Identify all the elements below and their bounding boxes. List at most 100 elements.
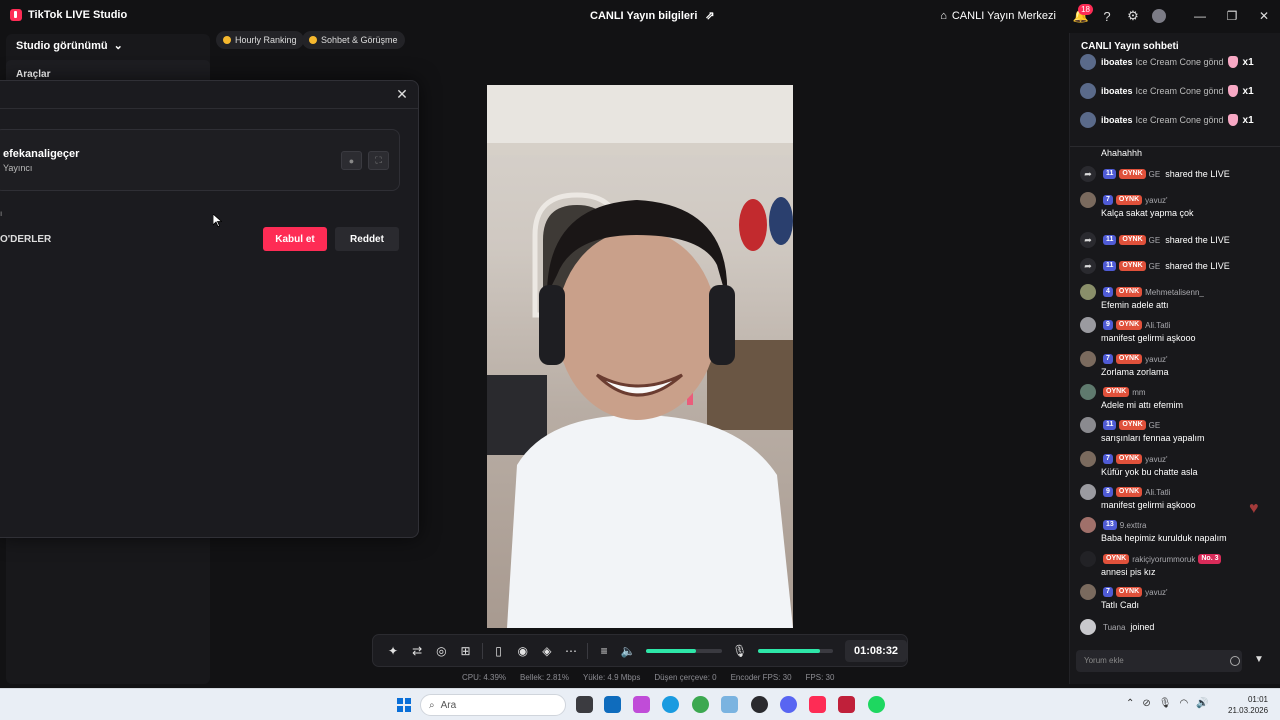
- magic-wand-icon[interactable]: ✦: [381, 638, 405, 663]
- event-text: shared the LIVE: [1165, 261, 1230, 271]
- edge-icon[interactable]: [662, 696, 679, 713]
- fan-club-badge: OYNK: [1115, 287, 1143, 297]
- chevron-up-icon[interactable]: ⌃: [1126, 698, 1134, 709]
- chat-username[interactable]: yavuz': [1145, 455, 1167, 464]
- avatar[interactable]: [1080, 551, 1096, 567]
- wifi-icon[interactable]: ◠: [1179, 698, 1188, 709]
- task-view-icon[interactable]: [576, 696, 593, 713]
- chat-username[interactable]: Tuana: [1103, 623, 1125, 632]
- discord-icon[interactable]: [780, 696, 797, 713]
- mic-icon[interactable]: ●: [341, 151, 362, 170]
- event-text: shared the LIVE: [1165, 235, 1230, 245]
- copilot-icon[interactable]: [633, 696, 650, 713]
- record-icon[interactable]: ◉: [511, 638, 535, 663]
- stream-control-bar: ✦ ⇄ ◎ ⊞ ▯ ◉ ◈ ⋯ ≡ 🔈 🎙 01:08:32: [372, 634, 908, 667]
- adjust-icon[interactable]: ≡: [592, 638, 616, 663]
- spotify-icon[interactable]: [868, 696, 885, 713]
- chat-username[interactable]: GE: [1149, 236, 1161, 245]
- translate-icon[interactable]: ⇄: [405, 638, 429, 663]
- chat-username[interactable]: Ali.Tatli: [1145, 321, 1170, 330]
- outlook-icon[interactable]: [604, 696, 621, 713]
- chat-username[interactable]: yavuz': [1145, 196, 1167, 205]
- speaker-icon[interactable]: 🔈: [616, 638, 640, 663]
- avatar[interactable]: [1080, 112, 1096, 128]
- fan-club-badge: OYNK: [1115, 320, 1143, 330]
- avatar[interactable]: [1080, 384, 1096, 400]
- settings-gear-icon[interactable]: ⚙: [1120, 0, 1146, 32]
- avatar[interactable]: [1080, 619, 1096, 635]
- avatar[interactable]: [1080, 317, 1096, 333]
- level-badge: 7: [1103, 354, 1113, 364]
- message-text: sarışınları fennaa yapalım: [1101, 433, 1205, 443]
- accept-button[interactable]: Kabul et: [263, 227, 327, 251]
- chat-username[interactable]: mm: [1132, 388, 1145, 397]
- chat-username[interactable]: GE: [1149, 170, 1161, 179]
- avatar[interactable]: [1080, 83, 1096, 99]
- avatar[interactable]: [1080, 517, 1096, 533]
- taskbar-search[interactable]: ⌕ Ara: [420, 694, 566, 716]
- close-window-button[interactable]: ✕: [1248, 0, 1280, 32]
- chat-username[interactable]: GE: [1149, 421, 1161, 430]
- taskbar-clock[interactable]: 01:01 21.03.2026: [1228, 694, 1268, 716]
- more-icon[interactable]: ⋯: [559, 638, 583, 663]
- app-icon[interactable]: [721, 696, 738, 713]
- comment-input[interactable]: Yorum ekle: [1076, 650, 1242, 672]
- phone-icon[interactable]: ▯: [487, 638, 511, 663]
- live-info-title[interactable]: CANLI Yayın bilgileri ⇗: [590, 9, 715, 23]
- microphone-icon[interactable]: 🎙: [728, 638, 752, 663]
- avatar[interactable]: [1080, 451, 1096, 467]
- close-icon[interactable]: ✕: [394, 86, 410, 102]
- emoji-icon[interactable]: [1230, 656, 1240, 666]
- chat-username[interactable]: Ali.Tatli: [1145, 488, 1170, 497]
- avatar[interactable]: [1080, 284, 1096, 300]
- mic-slider[interactable]: [757, 648, 834, 653]
- chat-username[interactable]: yavuz': [1145, 355, 1167, 364]
- reject-button[interactable]: Reddet: [335, 227, 399, 251]
- tiktok-taskbar-icon[interactable]: [809, 696, 826, 713]
- add-scene-icon[interactable]: ⊞: [453, 638, 477, 663]
- volume-slider[interactable]: [646, 648, 722, 653]
- chat-username[interactable]: GE: [1149, 262, 1161, 271]
- chat-message: 11 OYNK GE sarışınları fennaa yapalım: [1080, 417, 1276, 444]
- share-icon[interactable]: ⇗: [705, 9, 714, 22]
- fullscreen-icon[interactable]: ⛶: [368, 151, 389, 170]
- live-chat-panel: CANLI Yayın sohbeti iboates Ice Cream Co…: [1069, 33, 1280, 684]
- notification-bell-icon[interactable]: 🔔 18: [1068, 0, 1094, 32]
- message-text: Adele mi attı efemim: [1101, 400, 1184, 410]
- volume-icon[interactable]: 🔊: [1196, 698, 1208, 709]
- avatar[interactable]: [1080, 417, 1096, 433]
- small-label: ı: [0, 209, 3, 218]
- minimize-button[interactable]: —: [1184, 0, 1216, 32]
- chat-message: 7 OYNK yavuz' Tatlı Cadı: [1080, 584, 1276, 611]
- camera-focus-icon[interactable]: ◈: [535, 638, 559, 663]
- hourly-ranking-chip[interactable]: Hourly Ranking: [216, 31, 304, 49]
- avatar[interactable]: [1080, 192, 1096, 208]
- send-filter-icon[interactable]: ▼: [1254, 654, 1268, 668]
- obs-icon[interactable]: [751, 696, 768, 713]
- windows-taskbar: ⌕ Ara ⌃ ⊘ 🎙 ◠ 🔊 01:01 21.03.2026: [0, 688, 1280, 720]
- studio-view-dropdown[interactable]: Studio görünümü ⌄: [16, 39, 123, 53]
- chat-username[interactable]: rakiçiyorummoruk: [1132, 555, 1195, 564]
- live-studio-taskbar-icon[interactable]: [838, 696, 855, 713]
- maximize-button[interactable]: ❐: [1216, 0, 1248, 32]
- avatar[interactable]: [1080, 484, 1096, 500]
- network-icon[interactable]: ⊘: [1142, 698, 1150, 709]
- dialog-header: ✕: [0, 81, 418, 109]
- help-icon[interactable]: ?: [1094, 0, 1120, 32]
- ice-cream-icon: [1227, 114, 1238, 126]
- level-badge: 9: [1103, 487, 1113, 497]
- avatar[interactable]: [1080, 351, 1096, 367]
- avatar[interactable]: [1080, 54, 1096, 70]
- effects-icon[interactable]: ◎: [429, 638, 453, 663]
- chat-username[interactable]: 9.exttra: [1120, 521, 1147, 530]
- live-center-button[interactable]: ⌂ CANLI Yayın Merkezi: [940, 10, 1056, 22]
- avatar[interactable]: [1080, 584, 1096, 600]
- profile-avatar[interactable]: [1146, 0, 1172, 32]
- heart-icon: ♥: [1249, 500, 1259, 517]
- mic-tray-icon[interactable]: 🎙: [1159, 698, 1172, 709]
- chat-username[interactable]: yavuz': [1145, 588, 1167, 597]
- chrome-icon[interactable]: [692, 696, 709, 713]
- windows-start-icon[interactable]: [397, 698, 411, 712]
- chat-call-chip[interactable]: Sohbet & Görüşme: [302, 31, 405, 49]
- chat-username[interactable]: Mehmetalisenn_: [1145, 288, 1204, 297]
